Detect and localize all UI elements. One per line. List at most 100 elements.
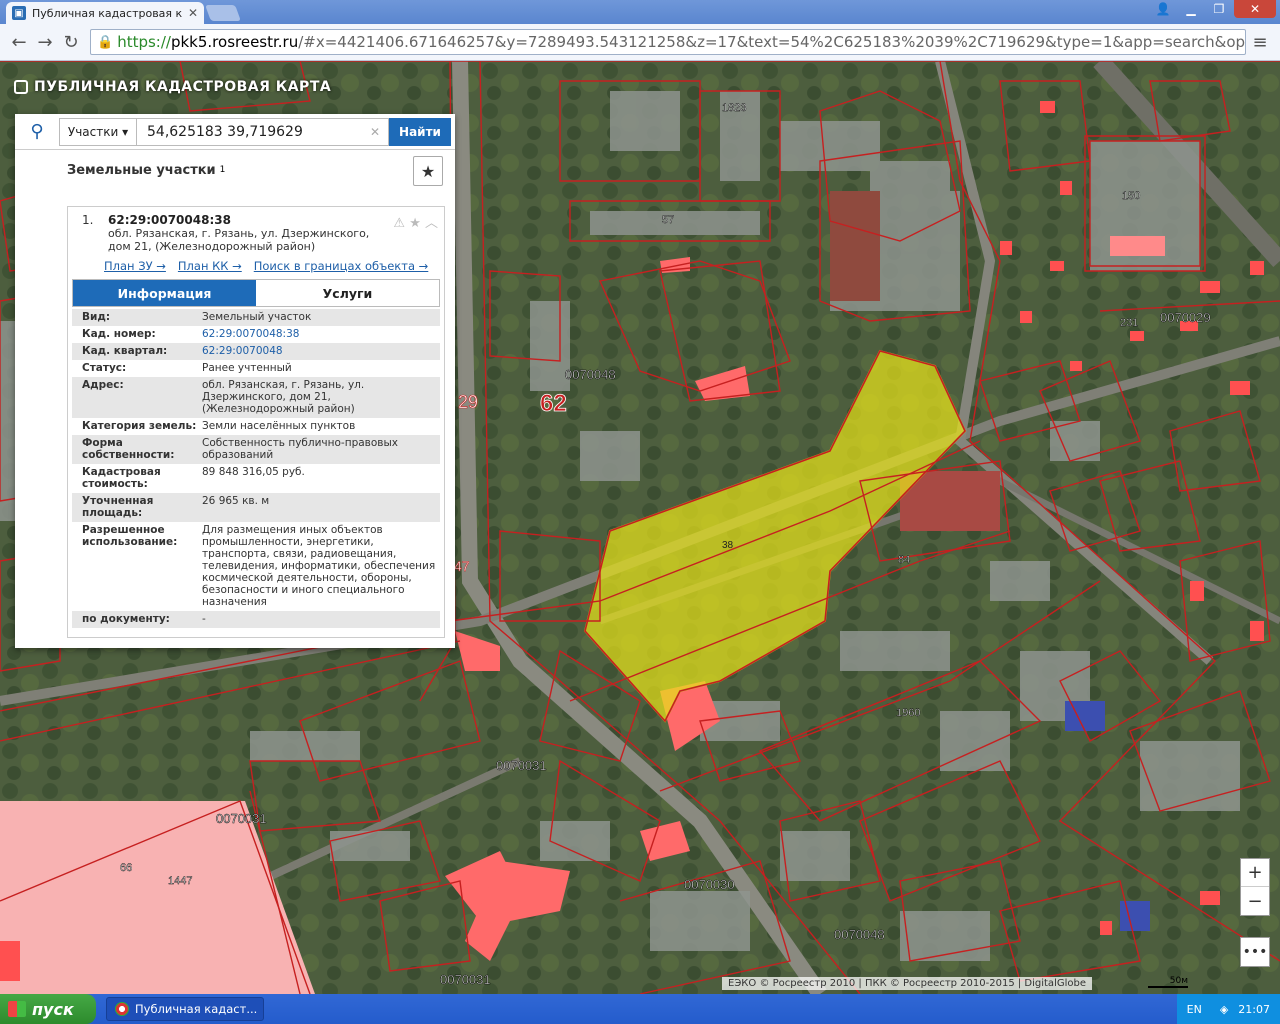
- browser-toolbar: ← → ↻ 🔒 https:// pkk5.rosreestr.ru /#x=4…: [0, 24, 1280, 61]
- search-in-bounds-link[interactable]: Поиск в границах объекта →: [254, 259, 429, 273]
- search-query-text: 54,625183 39,719629: [147, 123, 303, 140]
- section-header: Земельные участки 1 ★: [15, 150, 455, 190]
- back-button[interactable]: ←: [6, 29, 32, 55]
- table-row: Разрешенное использование: Для размещения…: [82, 524, 436, 608]
- table-row: Адрес: обл. Рязанская, г. Рязань, ул. Дзе…: [72, 377, 440, 418]
- reload-button[interactable]: ↻: [58, 29, 84, 55]
- result-tabs: Информация Услуги: [72, 279, 440, 307]
- taskbar-item-chrome[interactable]: Публичная кадаст...: [106, 997, 264, 1021]
- table-row: Кад. номер: 62:29:0070048:38: [72, 326, 440, 343]
- table-row: Категория земель: Земли населённых пункто…: [82, 420, 356, 432]
- quarter-label-0070031-b: 0070031: [216, 811, 267, 826]
- tab-information[interactable]: Информация: [73, 280, 256, 306]
- favorite-star-icon[interactable]: ★: [413, 156, 443, 186]
- table-row: Статус: Ранее учтенный: [82, 362, 292, 374]
- maximize-button[interactable]: ❐: [1206, 0, 1232, 18]
- plan-zu-link[interactable]: План ЗУ →: [104, 259, 166, 273]
- map-label-57: 57: [662, 214, 674, 226]
- map-label-150: 150: [1122, 190, 1140, 202]
- map-attribution: ЕЭКО © Росреестр 2010 | ПКК © Росреестр …: [722, 977, 1092, 990]
- clock[interactable]: 21:07: [1238, 1003, 1270, 1016]
- quarter-label-0070031-a: 0070031: [496, 758, 547, 773]
- windows-taskbar: пуск Публичная кадаст... EN ◈ 21:07: [0, 994, 1280, 1024]
- minimize-button[interactable]: ▁: [1178, 0, 1204, 18]
- language-indicator[interactable]: EN: [1187, 1003, 1202, 1016]
- map-label-38: 38: [722, 540, 734, 551]
- start-button[interactable]: пуск: [0, 994, 96, 1024]
- start-label: пуск: [32, 999, 74, 1019]
- result-cad-number[interactable]: 62:29:0070048:38: [108, 213, 436, 227]
- zoom-in-button[interactable]: +: [1241, 859, 1269, 887]
- tray-icon[interactable]: ◈: [1220, 1003, 1228, 1016]
- table-row: Кад. квартал: 62:29:0070048: [72, 343, 440, 360]
- tab-title: Публичная кадастровая к: [32, 6, 183, 20]
- user-icon[interactable]: 👤: [1150, 0, 1176, 18]
- forward-button[interactable]: →: [32, 29, 58, 55]
- result-address: обл. Рязанская, г. Рязань, ул. Дзержинск…: [108, 227, 370, 253]
- zoom-out-button[interactable]: −: [1241, 887, 1269, 915]
- section-count: 1: [219, 165, 226, 175]
- lock-icon: 🔒: [97, 34, 114, 50]
- table-row: по документу: -: [72, 611, 440, 628]
- search-row: ⚲ Участки ▾ 54,625183 39,719629 ✕ Найти: [15, 114, 455, 150]
- quarter-label-0070029: 0070029: [1160, 310, 1211, 325]
- browser-titlebar: ▣ Публичная кадастровая к ✕ 👤 ▁ ❐ ✕: [0, 0, 1280, 24]
- more-options-button[interactable]: •••: [1240, 937, 1270, 967]
- map-label-66: 66: [120, 862, 132, 874]
- browser-menu-icon[interactable]: ≡: [1246, 29, 1274, 55]
- result-index: 1.: [82, 213, 94, 227]
- plan-kk-link[interactable]: План КК →: [178, 259, 242, 273]
- url-path: /#x=4421406.671646257&y=7289493.54312125…: [298, 33, 1246, 51]
- table-row: Кадастровая стоимость: 89 848 316,05 руб.: [82, 466, 305, 490]
- system-tray: EN ◈ 21:07: [1176, 994, 1280, 1024]
- table-row: Уточненная площадь: 26 965 кв. м: [72, 493, 440, 522]
- map-label-1823: 1823: [722, 102, 746, 114]
- star-icon[interactable]: ★: [409, 216, 421, 231]
- table-row: Форма собственности: Собственность публич…: [72, 435, 440, 464]
- result-actions: ⚠ ★ ︿: [393, 212, 438, 231]
- clear-search-icon[interactable]: ✕: [370, 125, 380, 139]
- warning-icon[interactable]: ⚠: [393, 216, 405, 231]
- map-label-1447: 1447: [168, 875, 192, 887]
- quarter-label-0070048-b: 0070048: [834, 927, 885, 942]
- search-input[interactable]: 54,625183 39,719629 ✕: [137, 117, 389, 146]
- window-controls: 👤 ▁ ❐ ✕: [1150, 0, 1276, 18]
- url-scheme: https://: [117, 33, 171, 51]
- map-label-231: 231: [1120, 317, 1138, 329]
- window-close-button[interactable]: ✕: [1234, 0, 1276, 18]
- table-row: Вид: Земельный участок: [72, 309, 440, 326]
- search-type-select[interactable]: Участки ▾: [59, 117, 137, 146]
- district-label-29: 29: [458, 392, 478, 412]
- chevron-up-icon[interactable]: ︿: [425, 216, 438, 231]
- map-label-84: 84: [898, 554, 910, 566]
- browser-tab[interactable]: ▣ Публичная кадастровая к ✕: [6, 2, 204, 24]
- cadastral-map[interactable]: 1823 57 150 1447 66 1960 84 231 38 00700…: [0, 61, 1280, 994]
- rosreestr-favicon-icon: ▣: [12, 6, 26, 20]
- map-scale: 50м: [1148, 976, 1188, 988]
- section-title: Земельные участки: [67, 162, 216, 178]
- url-host: pkk5.rosreestr.ru: [170, 33, 299, 51]
- map-label-1960: 1960: [896, 707, 920, 719]
- search-icon[interactable]: ⚲: [15, 114, 59, 150]
- result-header: 1. 62:29:0070048:38 обл. Рязанская, г. Р…: [68, 207, 444, 253]
- address-bar[interactable]: 🔒 https:// pkk5.rosreestr.ru /#x=4421406…: [90, 29, 1246, 55]
- district-label-47: 47: [454, 558, 470, 574]
- new-tab-button[interactable]: [205, 5, 241, 21]
- tab-close-icon[interactable]: ✕: [188, 6, 198, 20]
- find-button[interactable]: Найти: [389, 117, 451, 146]
- tab-services[interactable]: Услуги: [256, 280, 439, 306]
- windows-flag-icon: [8, 1001, 26, 1017]
- chevron-down-icon: ▾: [122, 124, 129, 139]
- quarter-label-0070048: 0070048: [565, 367, 616, 382]
- result-card: 1. 62:29:0070048:38 обл. Рязанская, г. Р…: [67, 206, 445, 638]
- zoom-control: + −: [1240, 858, 1270, 916]
- taskbar-item-label: Публичная кадаст...: [135, 1002, 258, 1016]
- map-title: ПУБЛИЧНАЯ КАДАСТРОВАЯ КАРТА: [14, 79, 331, 95]
- search-panel: ⚲ Участки ▾ 54,625183 39,719629 ✕ Найти …: [15, 114, 455, 648]
- cad-number-link[interactable]: 62:29:0070048:38: [202, 328, 436, 340]
- chrome-icon: [115, 1002, 129, 1016]
- cad-quarter-link[interactable]: 62:29:0070048: [202, 345, 436, 357]
- pkk-logo-icon: [14, 80, 28, 94]
- property-table: Вид: Земельный участок Кад. номер: 62:29:0…: [72, 309, 440, 628]
- search-type-label: Участки: [67, 124, 119, 139]
